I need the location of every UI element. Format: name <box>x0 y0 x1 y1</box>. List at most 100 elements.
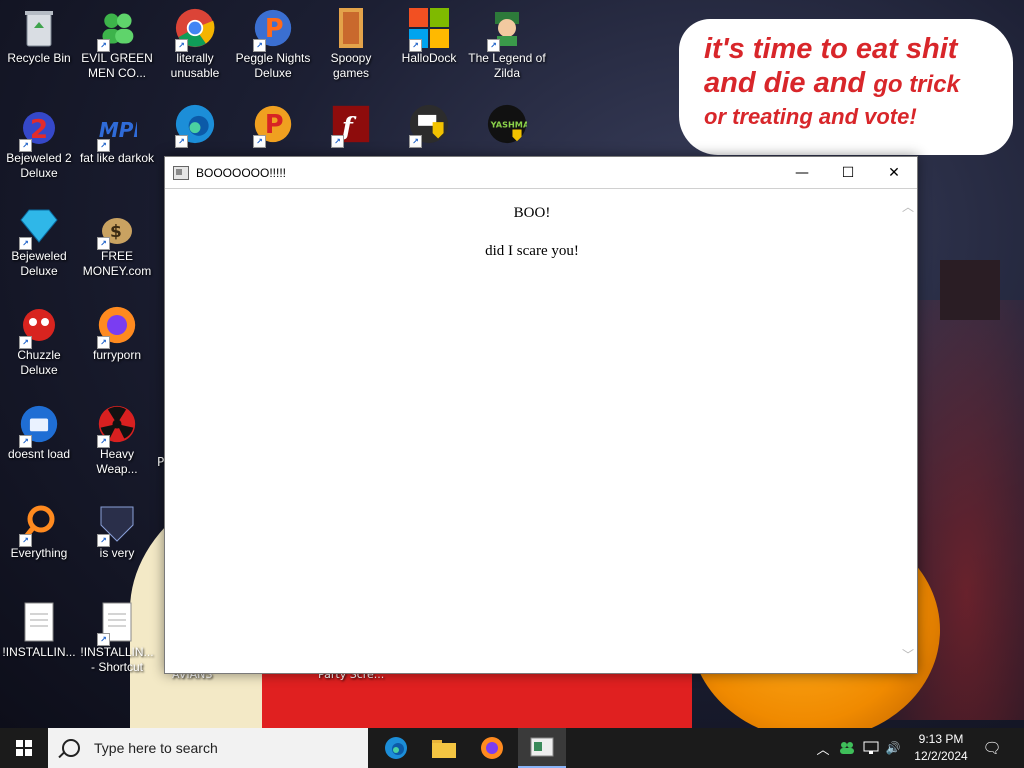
gem-icon: ↗ <box>19 206 59 250</box>
windows-start-icon <box>16 740 32 756</box>
notification-icon[interactable]: 🗨 <box>976 728 1008 768</box>
shortcut-arrow-icon: ↗ <box>409 135 422 148</box>
maximize-button[interactable]: ☐ <box>825 157 871 188</box>
boo-text: BOO! <box>513 205 551 221</box>
desktop-icon-hallodock[interactable]: ↗ HalloDock <box>390 8 468 66</box>
desktop-icon-installing-shortcut[interactable]: ↗ !INSTALLIN... - Shortcut <box>78 602 156 675</box>
desktop-icon-chuzzle[interactable]: ↗ Chuzzle Deluxe <box>0 305 78 378</box>
green-people-icon: ↗ <box>97 8 137 52</box>
shortcut-arrow-icon: ↗ <box>97 435 110 448</box>
search-placeholder: Type here to search <box>94 740 218 756</box>
shortcut-arrow-icon: ↗ <box>253 135 266 148</box>
desktop-icon-flash[interactable]: f ↗ <box>312 104 390 148</box>
shortcut-arrow-icon: ↗ <box>97 237 110 250</box>
character-icon: ↗ <box>487 8 527 52</box>
sticker-line-part: go trick <box>873 71 960 98</box>
desktop-icon-recycle-bin[interactable]: Recycle Bin <box>0 8 78 66</box>
shortcut-arrow-icon: ↗ <box>409 39 422 52</box>
clock-time: 9:13 PM <box>918 732 964 746</box>
icon-label: literally unusable <box>170 51 220 80</box>
window-titlebar[interactable]: BOOOOOOO!!!!! — ☐ ✕ <box>165 157 917 189</box>
window-app-icon <box>173 165 189 180</box>
sticker-line: or treating and vote! <box>704 104 917 129</box>
shortcut-arrow-icon: ↗ <box>97 534 110 547</box>
windows-logo-icon: ↗ <box>409 8 449 52</box>
desktop-icon-chrome[interactable]: ↗ literally unusable <box>156 8 234 81</box>
scroll-up-icon[interactable]: ︿ <box>902 201 914 213</box>
folder-icon <box>331 8 371 48</box>
mpl-shield-icon: ↗ <box>97 503 137 547</box>
shortcut-arrow-icon: ↗ <box>19 237 32 250</box>
text-file-icon <box>19 602 59 642</box>
icon-label: !INSTALLIN... - Shortcut <box>80 645 154 674</box>
folder-icon <box>432 740 456 758</box>
start-button[interactable] <box>0 728 48 768</box>
desktop-icon-peggle-nights[interactable]: P ↗ Peggle Nights Deluxe <box>234 8 312 81</box>
desktop-icon-is-very[interactable]: ↗ is very <box>78 503 156 561</box>
desktop-icon-edge[interactable]: ↗ <box>156 104 234 148</box>
close-button[interactable]: ✕ <box>871 157 917 188</box>
desktop-icon-spoopy-games[interactable]: Spoopy games <box>312 8 390 81</box>
desktop-icon-free-money[interactable]: $ ↗ FREE MONEY.com <box>78 206 156 279</box>
desktop-icon-heavy-weapon[interactable]: ↗ Heavy Weap... <box>78 404 156 477</box>
shortcut-arrow-icon: ↗ <box>19 435 32 448</box>
tray-people-icon[interactable] <box>836 728 858 768</box>
chuzzle-icon: ↗ <box>19 305 59 349</box>
scare-text: did I scare you! <box>485 243 579 259</box>
vertical-scrollbar[interactable]: ︿ ﹀ <box>899 189 917 673</box>
icon-label: The Legend of Zilda <box>468 51 546 80</box>
desktop-icon-fat-like-darkok[interactable]: MPL ↗ fat like darkok <box>78 108 156 166</box>
money-bag-icon: $ ↗ <box>97 206 137 250</box>
sticker-text: it's time to eat shit and die and go tri… <box>704 32 1004 132</box>
desktop: Recycle Bin ↗ EVIL GREEN MEN CO... ↗ lit… <box>0 0 1024 728</box>
thunderbird-icon: ↗ <box>19 404 59 448</box>
clock-date: 12/2/2024 <box>914 749 968 763</box>
search-box[interactable]: Type here to search <box>48 728 368 768</box>
shortcut-arrow-icon: ↗ <box>331 135 344 148</box>
desktop-icon-bejeweled-deluxe[interactable]: ↗ Bejeweled Deluxe <box>0 206 78 279</box>
shortcut-arrow-icon: ↗ <box>97 336 110 349</box>
icon-label: is very <box>99 546 135 560</box>
peggle-icon: P ↗ <box>253 104 293 148</box>
network-icon[interactable] <box>860 728 882 768</box>
desktop-icon-installing[interactable]: !INSTALLIN... <box>0 602 78 660</box>
shortcut-arrow-icon: ↗ <box>253 39 266 52</box>
desktop-icon-firefox[interactable]: ↗ furryporn <box>78 305 156 363</box>
taskbar-firefox[interactable] <box>468 728 516 768</box>
shortcut-arrow-icon: ↗ <box>97 139 110 152</box>
desktop-icon-everything[interactable]: ↗ Everything <box>0 503 78 561</box>
bejeweled-2-icon: 2 ↗ <box>19 108 59 152</box>
svg-text:P: P <box>265 14 284 44</box>
minimize-button[interactable]: — <box>779 157 825 188</box>
taskbar-file-explorer[interactable] <box>420 728 468 768</box>
scroll-down-icon[interactable]: ﹀ <box>902 649 914 661</box>
text-file-icon: ↗ <box>97 602 137 646</box>
taskbar-active-window[interactable] <box>518 728 566 768</box>
taskbar-edge[interactable] <box>372 728 420 768</box>
icon-label: Chuzzle Deluxe <box>17 348 61 377</box>
desktop-icon-bejeweled-2[interactable]: 2 ↗ Bejeweled 2 Deluxe <box>0 108 78 181</box>
desktop-icon-thunderbird[interactable]: ↗ doesnt load <box>0 404 78 462</box>
svg-text:2: 2 <box>30 115 48 145</box>
speaker-icon[interactable]: 🔊 <box>882 728 904 768</box>
tray-overflow-chevron[interactable]: ︿ <box>812 728 834 768</box>
boo-window[interactable]: BOOOOOOO!!!!! — ☐ ✕ BOO! did I scare you… <box>164 156 918 674</box>
shortcut-arrow-icon: ↗ <box>97 633 110 646</box>
taskbar-clock[interactable]: 9:13 PM 12/2/2024 <box>906 731 976 765</box>
svg-text:P: P <box>265 110 284 140</box>
icon-label: fat like darkok <box>79 151 155 165</box>
desktop-icon-zilda[interactable]: ↗ The Legend of Zilda <box>468 8 546 81</box>
icon-label: Everything <box>10 546 68 560</box>
desktop-icon-setup[interactable]: ↗ <box>390 104 468 148</box>
edge-icon: ↗ <box>175 104 215 148</box>
icon-label: doesnt load <box>7 447 71 461</box>
desktop-icon-yashma[interactable]: YASHMA <box>468 104 546 144</box>
desktop-icon-evil-green-men[interactable]: ↗ EVIL GREEN MEN CO... <box>78 8 156 81</box>
desktop-icon-peggle[interactable]: P ↗ <box>234 104 312 148</box>
icon-label: !INSTALLIN... <box>2 645 76 659</box>
shortcut-arrow-icon: ↗ <box>487 39 500 52</box>
edge-icon <box>385 737 407 759</box>
setup-shield-icon: ↗ <box>409 104 449 148</box>
icon-label: furryporn <box>92 348 142 362</box>
window-title: BOOOOOOO!!!!! <box>196 165 287 180</box>
